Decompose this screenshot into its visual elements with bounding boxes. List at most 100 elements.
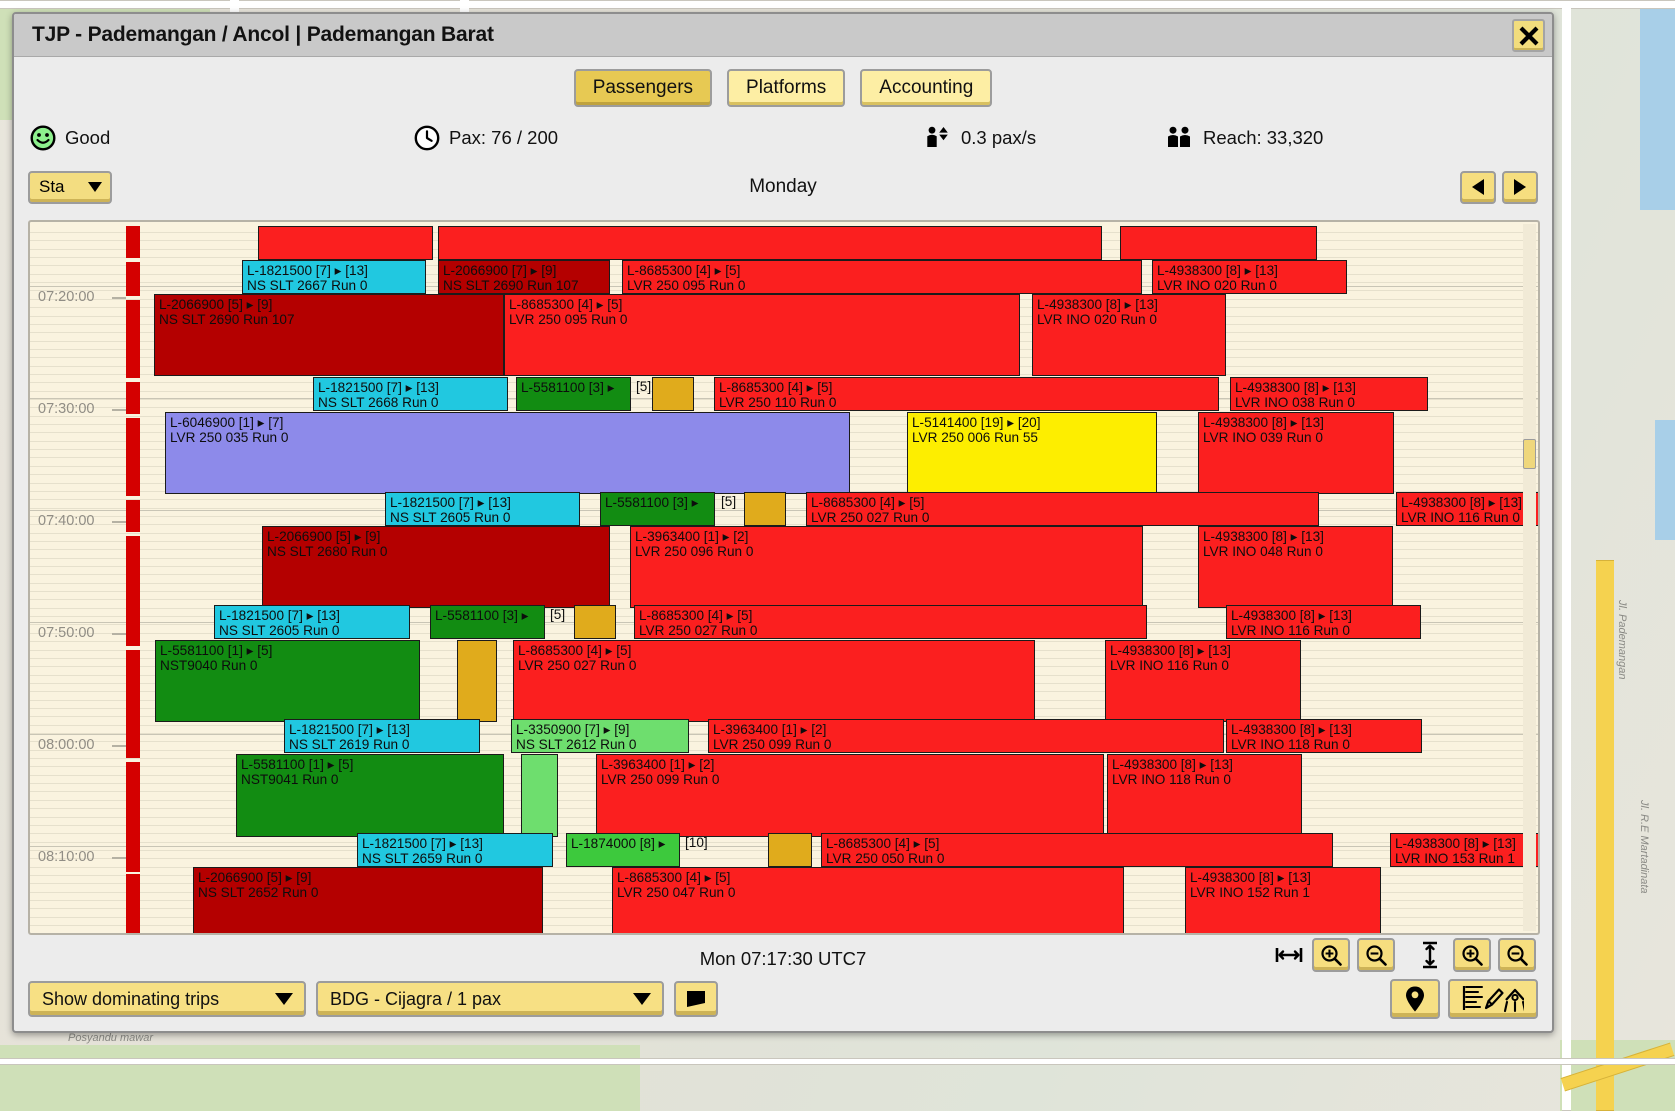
trip-block[interactable] (521, 754, 558, 837)
map-road (0, 0, 1675, 9)
display-mode-dropdown[interactable]: Show dominating trips (28, 981, 306, 1017)
current-time-marker (126, 500, 140, 532)
trip-block[interactable] (457, 640, 497, 722)
trip-block[interactable] (744, 492, 786, 526)
trip-block[interactable]: L-6046900 [1] ▸ [7] LVR 250 035 Run 0 (165, 412, 850, 494)
gantt-vertical-scrollbar[interactable] (1523, 224, 1536, 931)
trip-block[interactable]: L-3963400 [1] ▸ [2] LVR 250 099 Run 0 (708, 719, 1224, 753)
trip-block[interactable]: L-4938300 [8] ▸ [13] LVR INO 039 Run 0 (1198, 412, 1394, 494)
trip-run-label: LVR 250 035 Run 0 (170, 430, 289, 446)
trip-block[interactable]: L-4938300 [8] ▸ [13] LVR INO 116 Run 0 (1105, 640, 1301, 722)
trip-block[interactable]: L-8685300 [4] ▸ [5] LVR 250 027 Run 0 (513, 640, 1035, 722)
trip-run-label: LVR INO 039 Run 0 (1203, 430, 1323, 446)
trip-run-label: LVR INO 048 Run 0 (1203, 544, 1323, 560)
current-time-marker (126, 300, 140, 378)
trip-block[interactable]: [5] (546, 605, 568, 639)
trip-run-label: LVR 250 099 Run 0 (601, 772, 720, 788)
trip-block[interactable]: L-2066900 [7] ▸ [9] NS SLT 2690 Run 107 (438, 260, 610, 294)
trip-block[interactable]: L-3963400 [1] ▸ [2] LVR 250 099 Run 0 (596, 754, 1104, 837)
zoom-in-vertical-button[interactable] (1453, 938, 1491, 972)
trip-block[interactable]: L-8685300 [4] ▸ [5] LVR 250 027 Run 0 (634, 605, 1147, 639)
trip-run-label: NS SLT 2652 Run 0 (198, 885, 319, 901)
trip-block[interactable]: L-2066900 [5] ▸ [9] NS SLT 2680 Run 0 (262, 526, 610, 608)
trip-block[interactable]: L-1821500 [7] ▸ [13] NS SLT 2667 Run 0 (242, 260, 426, 294)
trip-block[interactable]: L-8685300 [4] ▸ [5] LVR 250 050 Run 0 (821, 833, 1333, 867)
trip-line-label: L-4938300 [8] ▸ [13] (1231, 722, 1352, 737)
trip-line-label: L-5581100 [3] ▸ (435, 608, 529, 623)
trip-block[interactable]: L-4938300 [8] ▸ [13] LVR INO 152 Run 1 (1185, 867, 1381, 933)
trip-block[interactable]: L-8685300 [4] ▸ [5] LVR 250 047 Run 0 (612, 867, 1124, 933)
time-tick-label: 07:20:00 (38, 289, 95, 305)
trip-block[interactable]: L-3350900 [7] ▸ [9] NS SLT 2612 Run 0 (511, 719, 689, 753)
gantt-canvas[interactable]: 07:20:00 07:30:00 07:40:00 07:50:00 08:00:00… (30, 222, 1538, 933)
trip-block[interactable]: L-1821500 [7] ▸ [13] NS SLT 2619 Run 0 (284, 719, 480, 753)
close-button[interactable] (1512, 19, 1545, 52)
trip-block[interactable]: L-4938300 [8] ▸ [13] LVR INO 020 Run 0 (1152, 260, 1347, 294)
gantt-chart[interactable]: 07:20:00 07:30:00 07:40:00 07:50:00 08:00:00… (28, 220, 1540, 935)
chevron-down-icon (633, 993, 651, 1005)
trip-block[interactable]: L-5581100 [3] ▸ (430, 605, 545, 639)
zoom-out-horizontal-button[interactable] (1357, 938, 1395, 972)
trip-block[interactable]: L-1821500 [7] ▸ [13] NS SLT 2605 Run 0 (385, 492, 580, 526)
tab-passengers[interactable]: Passengers (573, 68, 713, 107)
trip-block[interactable]: L-3963400 [1] ▸ [2] LVR 250 096 Run 0 (630, 526, 1143, 608)
trip-block[interactable]: L-4938300 [8] ▸ [13] LVR INO 116 Run 0 (1396, 492, 1538, 526)
trip-block[interactable] (258, 226, 433, 260)
trip-block[interactable]: L-8685300 [4] ▸ [5] LVR 250 095 Run 0 (622, 260, 1142, 294)
trip-line-label: L-4938300 [8] ▸ [13] (1231, 608, 1352, 623)
time-tick-dash (112, 409, 126, 411)
station-filter-dropdown[interactable]: Sta (28, 170, 112, 204)
trip-block[interactable]: [5] (632, 377, 652, 411)
trip-block[interactable]: L-4938300 [8] ▸ [13] LVR INO 048 Run 0 (1198, 526, 1393, 608)
map-water (1640, 0, 1675, 210)
zoom-out-vertical-button[interactable] (1498, 938, 1536, 972)
trip-block[interactable]: L-5581100 [1] ▸ [5] NST9041 Run 0 (236, 754, 504, 837)
trip-block[interactable]: L-1821500 [7] ▸ [13] NS SLT 2668 Run 0 (313, 377, 508, 411)
trip-block[interactable]: L-4938300 [8] ▸ [13] LVR INO 038 Run 0 (1230, 377, 1428, 411)
trip-block[interactable] (1120, 226, 1317, 260)
trip-block[interactable]: [10] (681, 833, 711, 867)
zoom-out-icon (1507, 945, 1528, 966)
trip-block[interactable]: L-4938300 [8] ▸ [13] LVR INO 118 Run 0 (1107, 754, 1302, 837)
trip-block[interactable]: L-5581100 [1] ▸ [5] NST9040 Run 0 (155, 640, 420, 722)
next-day-button[interactable] (1502, 170, 1538, 204)
trip-block[interactable]: L-5581100 [3] ▸ (516, 377, 631, 411)
trip-block[interactable]: L-2066900 [5] ▸ [9] NS SLT 2690 Run 107 (154, 294, 504, 376)
trip-block[interactable]: L-4938300 [8] ▸ [13] LVR INO 020 Run 0 (1032, 294, 1226, 376)
trip-block[interactable]: L-1821500 [7] ▸ [13] NS SLT 2605 Run 0 (214, 605, 410, 639)
trip-block[interactable] (768, 833, 812, 867)
trip-run-label: LVR INO 153 Run 1 (1395, 851, 1515, 867)
trip-line-label: L-1821500 [7] ▸ [13] (318, 380, 439, 395)
trip-block[interactable] (438, 226, 1102, 260)
trip-block[interactable]: L-4938300 [8] ▸ [13] LVR INO 116 Run 0 (1226, 605, 1421, 639)
trip-block[interactable]: [5] (717, 492, 739, 526)
right-triangle-icon (1514, 179, 1526, 195)
trip-block[interactable]: L-8685300 [4] ▸ [5] LVR 250 095 Run 0 (504, 294, 1020, 376)
trip-block[interactable]: L-5141400 [19] ▸ [20] LVR 250 006 Run 55 (907, 412, 1157, 494)
trip-line-label: L-2066900 [7] ▸ [9] (443, 263, 557, 278)
trip-block[interactable]: L-4938300 [8] ▸ [13] LVR INO 153 Run 1 (1390, 833, 1538, 867)
trip-block[interactable]: L-8685300 [4] ▸ [5] LVR 250 027 Run 0 (806, 492, 1319, 526)
trip-block[interactable]: L-5581100 [3] ▸ (600, 492, 715, 526)
map-pin-button[interactable] (1390, 979, 1440, 1019)
trip-block[interactable] (652, 377, 694, 411)
trip-run-label: LVR INO 020 Run 0 (1037, 312, 1157, 328)
trip-line-label: L-5141400 [19] ▸ [20] (912, 415, 1041, 430)
tab-platforms[interactable]: Platforms (727, 68, 846, 107)
edit-schedule-button[interactable] (1448, 979, 1538, 1019)
trip-block[interactable]: L-4938300 [8] ▸ [13] LVR INO 118 Run 0 (1226, 719, 1422, 753)
trip-block[interactable]: L-2066900 [5] ▸ [9] NS SLT 2652 Run 0 (193, 867, 543, 933)
tab-accounting[interactable]: Accounting (860, 68, 993, 107)
route-dropdown[interactable]: BDG - Cijagra / 1 pax (316, 981, 664, 1017)
trip-block[interactable]: L-1874000 [8] ▸ (566, 833, 680, 867)
route-label: BDG - Cijagra / 1 pax (330, 988, 502, 1009)
trip-block[interactable] (574, 605, 616, 639)
prev-day-button[interactable] (1460, 170, 1496, 204)
gantt-scroll-thumb[interactable] (1523, 439, 1536, 469)
zoom-in-horizontal-button[interactable] (1312, 938, 1350, 972)
trip-block[interactable]: L-8685300 [4] ▸ [5] LVR 250 110 Run 0 (714, 377, 1219, 411)
trip-run-label: LVR 250 099 Run 0 (713, 737, 832, 753)
color-swatch-button[interactable] (674, 981, 718, 1017)
trip-block[interactable]: L-1821500 [7] ▸ [13] NS SLT 2659 Run 0 (357, 833, 553, 867)
map-highway (1596, 560, 1614, 1111)
